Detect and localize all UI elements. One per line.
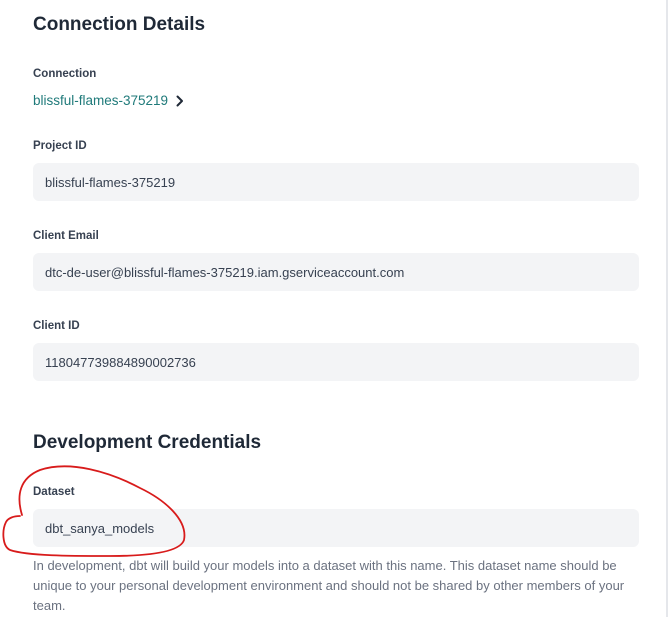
client-id-label: Client ID [33, 320, 80, 332]
project-id-field: blissful-flames-375219 [33, 163, 639, 201]
dataset-help-text: In development, dbt will build your mode… [33, 558, 625, 613]
client-email-label: Client Email [33, 230, 99, 242]
connection-link-text[interactable]: blissful-flames-375219 [33, 93, 168, 108]
page: Connection Details Connection blissful-f… [0, 0, 668, 617]
project-id-value: blissful-flames-375219 [45, 174, 176, 190]
dataset-value[interactable]: dbt_sanya_models [45, 521, 154, 536]
client-id-value: 118047739884890002736 [45, 354, 196, 370]
connection-link[interactable]: blissful-flames-375219 [33, 93, 184, 108]
development-credentials-title: Development Credentials [33, 432, 262, 453]
project-id-label: Project ID [33, 140, 87, 152]
client-id-field: 118047739884890002736 [33, 343, 639, 381]
dataset-label: Dataset [33, 486, 75, 498]
connection-label: Connection [33, 68, 97, 80]
chevron-right-icon[interactable] [176, 95, 184, 107]
connection-details-title: Connection Details [33, 14, 206, 35]
dataset-input[interactable]: dbt_sanya_models [33, 509, 639, 547]
client-email-value: dtc-de-user@blissful-flames-375219.iam.g… [45, 264, 405, 280]
client-email-field: dtc-de-user@blissful-flames-375219.iam.g… [33, 253, 639, 291]
